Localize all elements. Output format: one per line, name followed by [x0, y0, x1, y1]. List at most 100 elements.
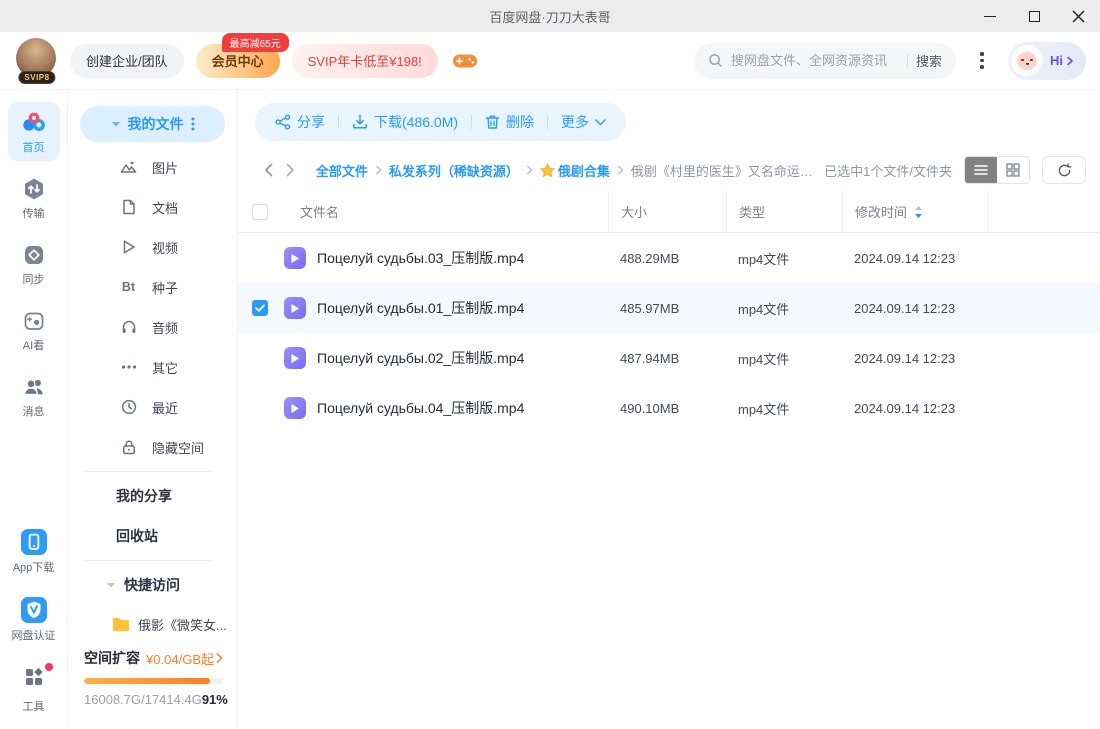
chevron-right-icon [1067, 56, 1073, 65]
breadcrumb-collection[interactable]: 俄剧合集 [539, 161, 610, 180]
divider [338, 115, 339, 129]
minimize-button[interactable] [968, 0, 1012, 32]
tree-item-hidden-space[interactable]: 隐藏空间 [68, 427, 237, 467]
nav-label-transfer: 传输 [22, 208, 45, 220]
file-modified: 2024.09.14 12:23 [854, 300, 956, 316]
breadcrumb-current: 俄剧《村里的医生》又名命运之吻 [630, 163, 825, 179]
svip-promo-button[interactable]: SVIP年卡低至¥198! [291, 43, 438, 78]
user-avatar[interactable]: SVIP8 [16, 37, 58, 84]
search-box[interactable]: 搜索 [694, 42, 956, 79]
column-header-type[interactable]: 类型 [726, 191, 842, 232]
search-input[interactable] [731, 53, 899, 68]
member-center-label: 会员中心 [211, 54, 264, 69]
nav-label-ai-view: AI看 [22, 340, 45, 352]
kebab-menu-icon[interactable] [191, 117, 195, 131]
file-size: 490.10MB [620, 400, 680, 416]
breadcrumb-all-files[interactable]: 全部文件 [316, 161, 368, 180]
column-header-size[interactable]: 大小 [608, 191, 726, 232]
close-button[interactable] [1056, 0, 1100, 32]
assistant-button[interactable]: Hi [1008, 41, 1086, 80]
table-row[interactable]: Поцелуй судьбы.04_压制版.mp4 490.10MB mp4文件… [238, 383, 1100, 433]
tree-item-others[interactable]: 其它 [68, 347, 237, 387]
file-modified: 2024.09.14 12:23 [854, 350, 956, 366]
table-row-selected[interactable]: Поцелуй судьбы.01_压制版.mp4 485.97MB mp4文件… [238, 283, 1100, 333]
refresh-icon [1058, 162, 1071, 176]
tree-item-videos[interactable]: 视频 [68, 227, 237, 267]
member-center-button[interactable]: 会员中心 最高减65元 [195, 32, 289, 78]
nav-item-app-download[interactable]: App下载 [8, 522, 60, 581]
maximize-button[interactable] [1012, 0, 1056, 32]
search-divider [906, 53, 908, 68]
notification-dot [44, 663, 53, 671]
audio-icon [122, 320, 135, 333]
breadcrumb-series[interactable]: 私发系列（稀缺资源） [389, 161, 519, 180]
list-view-icon [974, 165, 988, 175]
list-view-button[interactable] [965, 157, 997, 183]
nav-item-transfer[interactable]: 传输 [8, 170, 60, 227]
video-file-icon [284, 247, 306, 269]
tree-item-pictures[interactable]: 图片 [68, 147, 237, 187]
tree-item-documents[interactable]: 文档 [68, 187, 237, 227]
quick-access-item[interactable]: 快捷访问 [68, 565, 237, 605]
nav-item-sync[interactable]: 同步 [8, 236, 60, 293]
maximize-icon [1028, 10, 1040, 22]
bt-icon: Bt [121, 280, 136, 294]
folder-icon [113, 617, 129, 631]
table-row[interactable]: Поцелуй судьбы.02_压制版.mp4 487.94MB mp4文件… [238, 333, 1100, 383]
file-modified: 2024.09.14 12:23 [854, 250, 956, 266]
my-files-item[interactable]: 我的文件 [80, 106, 225, 142]
ellipsis-icon [121, 365, 136, 369]
close-icon [1071, 9, 1085, 23]
more-button[interactable]: 更多 [561, 112, 606, 132]
nav-item-tools[interactable]: 工具 [8, 658, 60, 720]
table-row[interactable]: Поцелуй судьбы.03_压制版.mp4 488.29MB mp4文件… [238, 233, 1100, 283]
breadcrumb-separator [526, 165, 533, 175]
delete-button[interactable]: 删除 [485, 112, 534, 132]
select-all-checkbox[interactable] [252, 203, 268, 220]
file-size: 487.94MB [620, 350, 680, 366]
view-toggle [964, 156, 1030, 184]
create-team-button[interactable]: 创建企业/团队 [70, 43, 184, 78]
nav-item-verification[interactable]: 网盘认证 [8, 590, 60, 649]
nav-label-tools: 工具 [22, 701, 45, 713]
storage-price-link[interactable]: ¥0.04/GB起 [146, 649, 223, 668]
nav-item-home[interactable]: 首页 [7, 102, 60, 161]
file-name: Поцелуй судьбы.01_压制版.mp4 [317, 300, 525, 316]
tree-item-audio[interactable]: 音频 [68, 307, 237, 347]
file-modified: 2024.09.14 12:23 [854, 400, 956, 416]
nav-item-ai-view[interactable]: AI看 [8, 302, 60, 359]
storage-usage-text: 16008.7G/17414.4G91% [84, 692, 228, 707]
tree-item-recent[interactable]: 最近 [68, 387, 237, 427]
app-window: 百度网盘·刀刀大表哥 SVIP8 创建企业/团队 会员中心 最高减65元 SVI… [0, 0, 1100, 729]
forward-button[interactable] [280, 163, 302, 177]
more-menu-button[interactable] [968, 43, 996, 79]
search-button[interactable]: 搜索 [916, 51, 942, 70]
file-type: mp4文件 [738, 301, 790, 317]
transfer-icon [24, 178, 43, 200]
file-type: mp4文件 [738, 251, 790, 267]
sync-icon [24, 246, 43, 264]
nav-item-messages[interactable]: 消息 [8, 368, 60, 425]
app-body: 首页 传输 同步 AI看 消息 App下载 网盘认证 工具 我的文件 图片 文档… [0, 90, 1100, 729]
share-button[interactable]: 分享 [275, 112, 325, 132]
tree-item-torrents[interactable]: Bt 种子 [68, 267, 237, 307]
back-button[interactable] [258, 163, 280, 177]
tree-item-recycle-bin[interactable]: 回收站 [68, 516, 237, 556]
refresh-button[interactable] [1042, 156, 1086, 184]
storage-progress-fill [84, 678, 211, 684]
grid-view-button[interactable] [997, 157, 1029, 183]
download-icon [353, 114, 367, 129]
download-button[interactable]: 下载(486.0M) [352, 112, 458, 132]
column-header-name[interactable]: 文件名 [284, 191, 608, 232]
column-header-modified[interactable]: 修改时间 [842, 191, 987, 232]
my-files-label: 我的文件 [127, 116, 184, 132]
verification-icon [20, 597, 47, 623]
window-title: 百度网盘·刀刀大表哥 [489, 9, 611, 25]
row-checkbox-checked[interactable] [252, 300, 268, 316]
nav-label-verification: 网盘认证 [11, 630, 56, 642]
quick-folder-item[interactable]: 俄影《微笑女... [68, 605, 237, 643]
tree-item-my-share[interactable]: 我的分享 [68, 476, 237, 516]
minimize-icon [984, 15, 996, 17]
ai-view-icon [24, 312, 43, 330]
gamepad-icon[interactable] [452, 51, 478, 71]
